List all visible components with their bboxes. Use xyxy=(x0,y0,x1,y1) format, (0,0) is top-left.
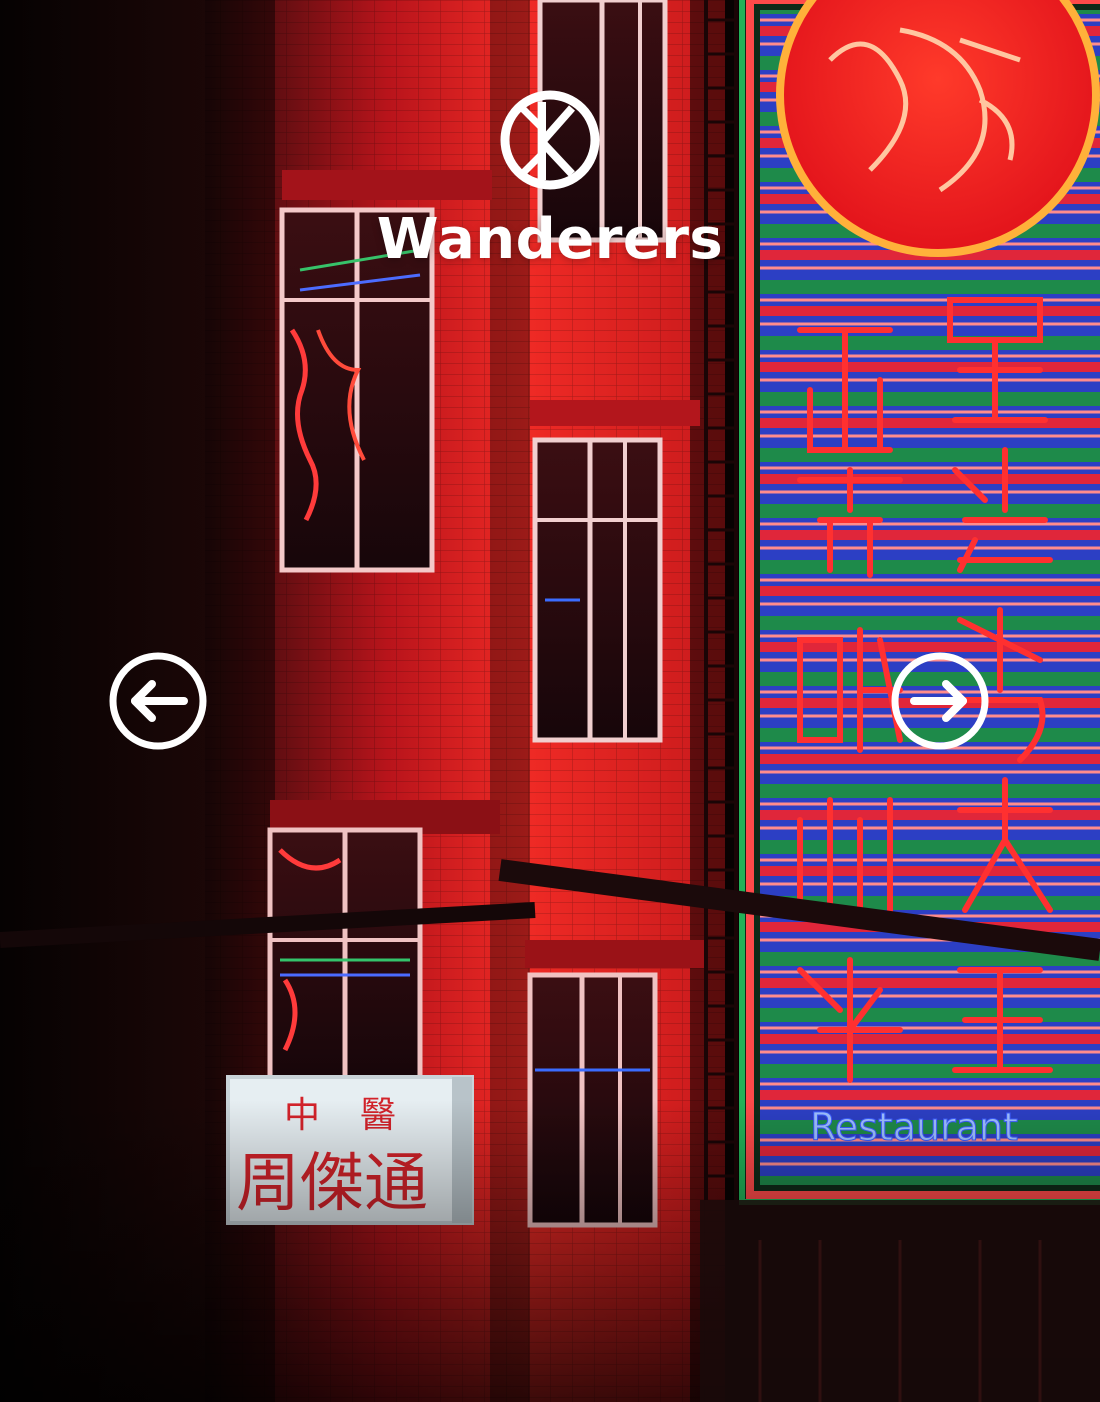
brand-header: Wanderers xyxy=(0,88,1100,268)
next-slide-button[interactable] xyxy=(889,650,991,752)
hero-gallery: Restaurant 中 醫 周傑通 xyxy=(0,0,1100,1402)
arrow-left-circle-icon xyxy=(109,652,207,750)
brand-name: Wanderers xyxy=(376,207,724,272)
brand-logo-icon[interactable] xyxy=(498,88,602,192)
arrow-right-circle-icon xyxy=(891,652,989,750)
previous-slide-button[interactable] xyxy=(107,650,209,752)
